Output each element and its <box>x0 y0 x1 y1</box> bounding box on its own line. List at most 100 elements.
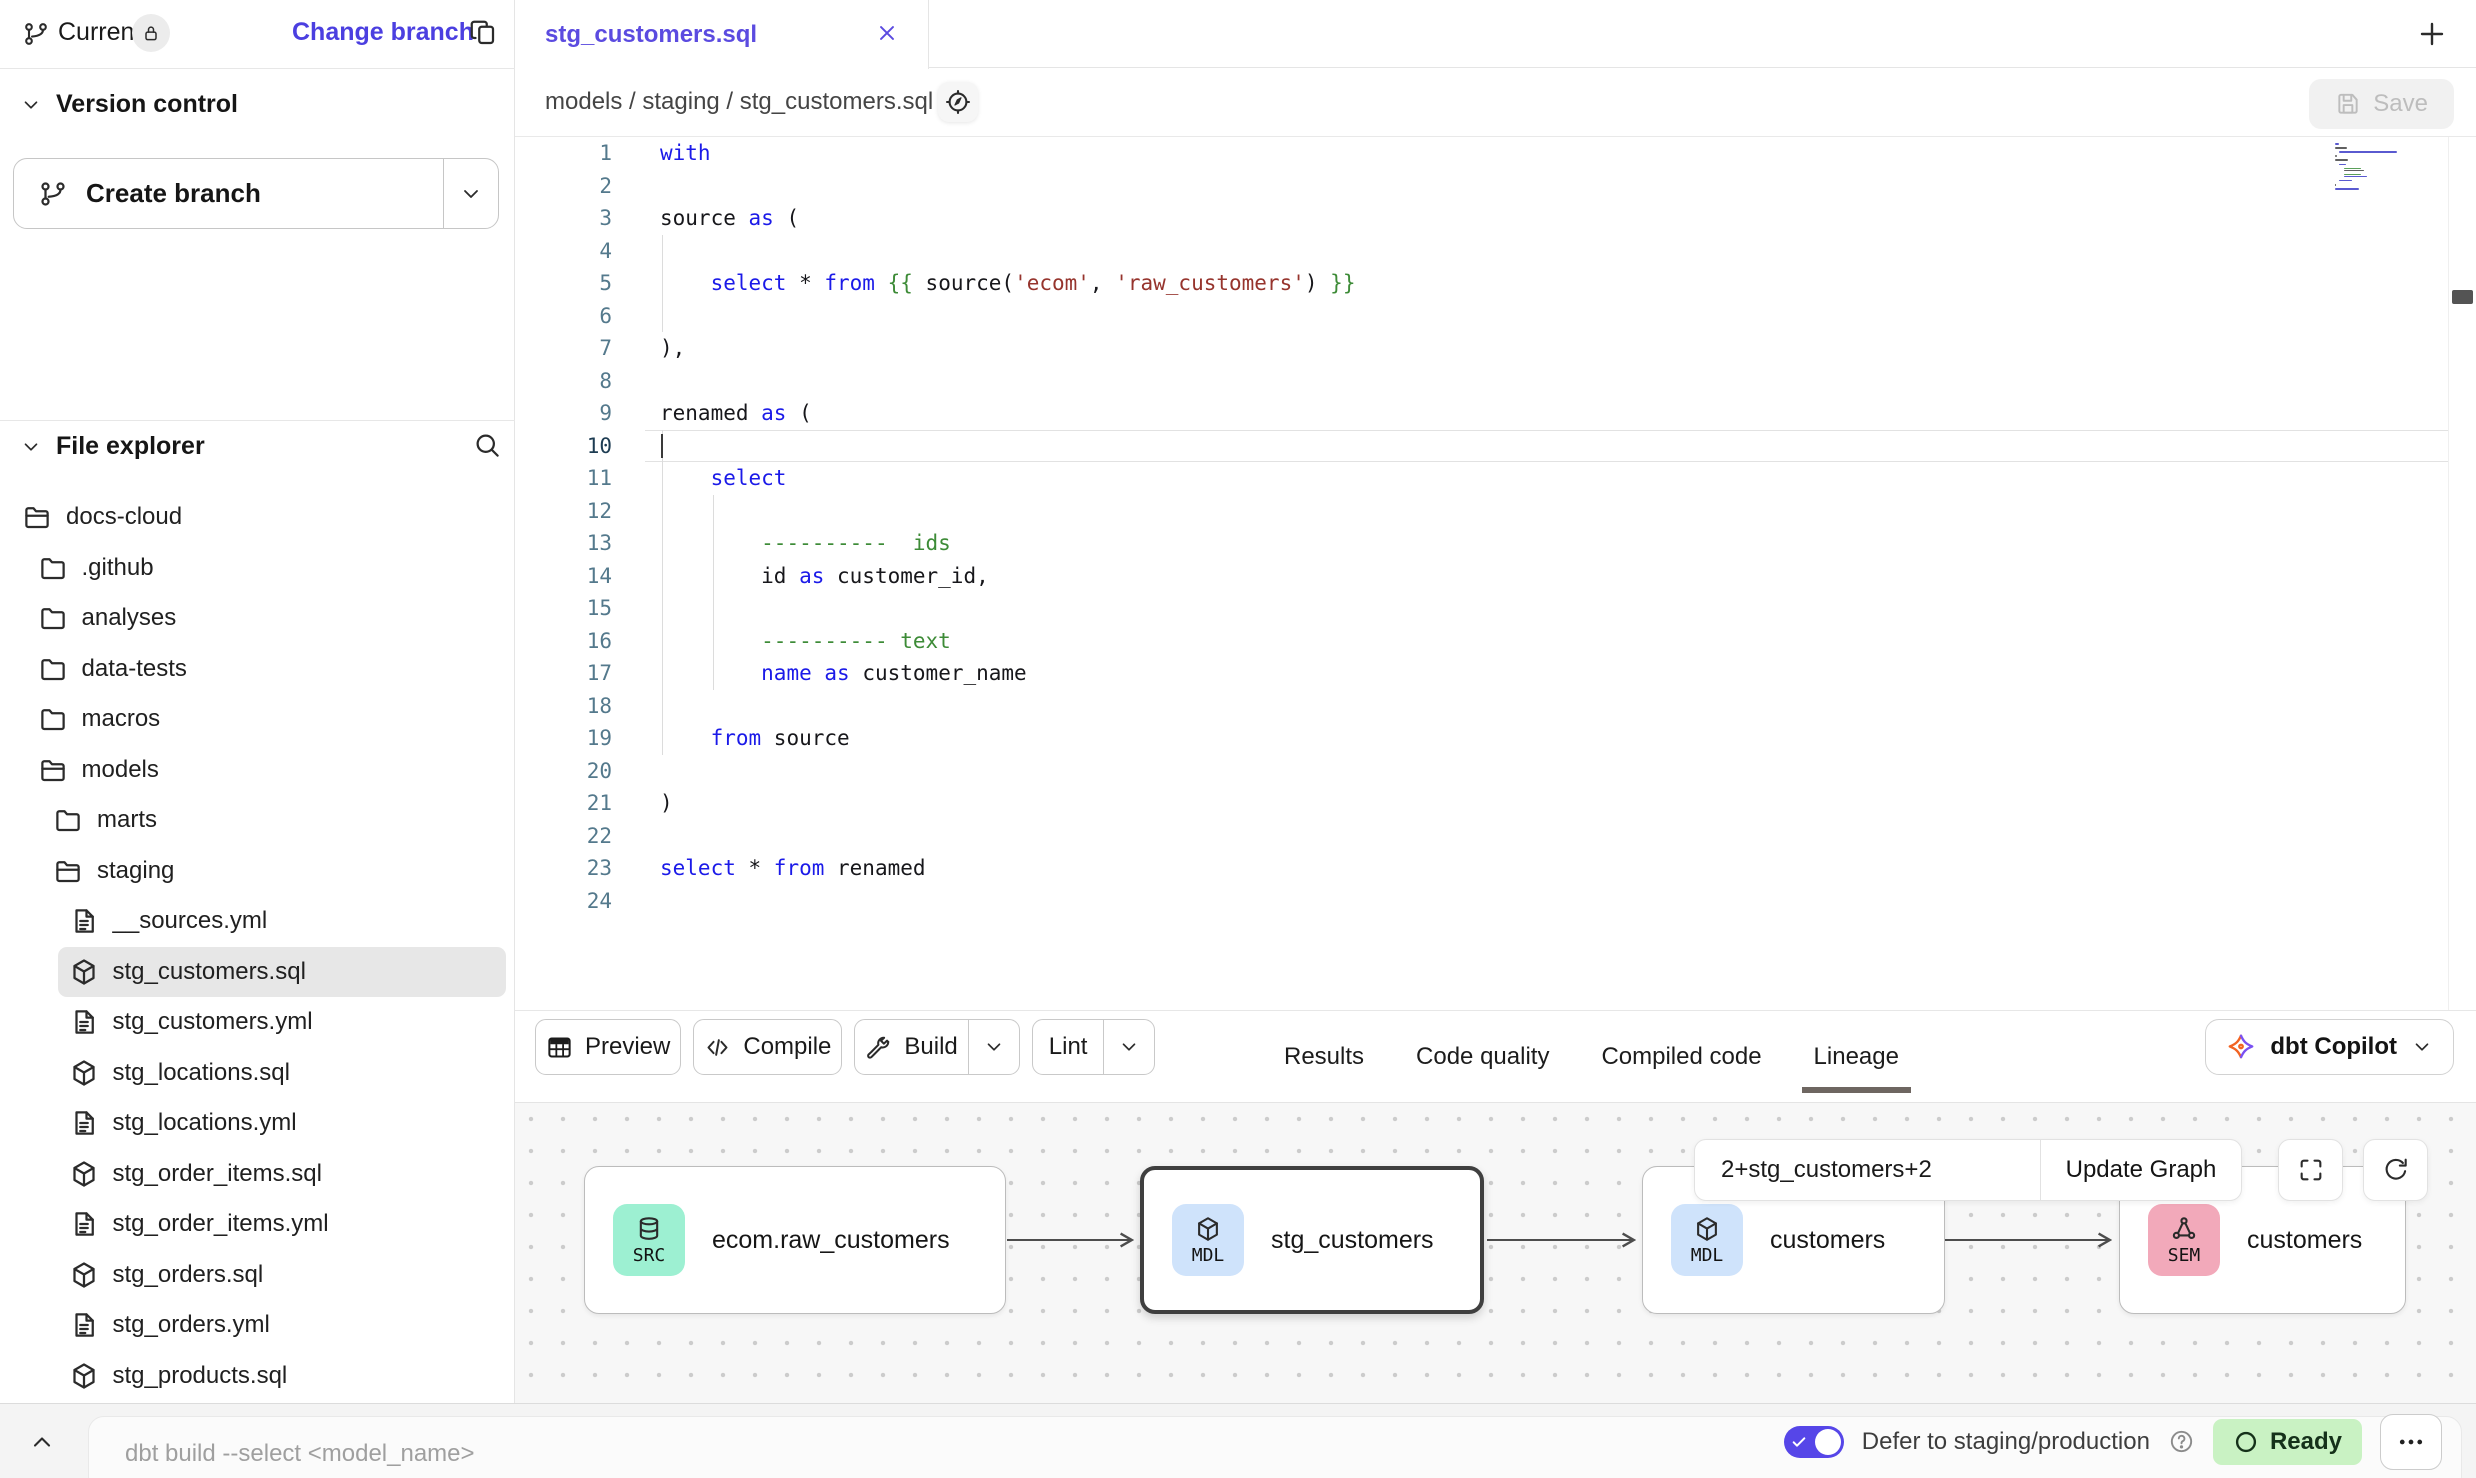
code-line-16[interactable]: ---------- text <box>660 625 2446 658</box>
code-line-15[interactable] <box>660 592 2446 625</box>
chevron-up-icon[interactable] <box>28 1428 56 1456</box>
build-button[interactable]: Build <box>854 1019 1019 1075</box>
model-badge: MDL <box>1671 1204 1743 1276</box>
tree-item-__sources.yml[interactable]: __sources.yml <box>58 896 507 947</box>
tree-item-macros[interactable]: macros <box>27 694 507 745</box>
line-number: 8 <box>515 365 645 398</box>
tree-item-label: stg_customers.sql <box>113 958 306 986</box>
code-lines[interactable]: with source as ( select * from {{ source(… <box>660 137 2446 917</box>
node-label: ecom.raw_customers <box>712 1226 976 1255</box>
ready-label: Ready <box>2270 1428 2342 1456</box>
node-label: stg_customers <box>1271 1226 1460 1255</box>
code-line-10[interactable] <box>660 430 2446 463</box>
lineage-selector-input[interactable]: 2+stg_customers+2 <box>1695 1140 2040 1200</box>
dbt-copilot-button[interactable]: dbt Copilot <box>2205 1019 2454 1075</box>
update-graph-button[interactable]: Update Graph <box>2040 1140 2241 1200</box>
database-icon <box>635 1215 663 1243</box>
tree-item-label: data-tests <box>82 655 187 683</box>
code-line-13[interactable]: ---------- ids <box>660 527 2446 560</box>
tab-code-quality[interactable]: Code quality <box>1416 1011 1549 1103</box>
badge-label: MDL <box>1691 1245 1724 1266</box>
editor-scrollbar[interactable] <box>2448 137 2476 1010</box>
tab-results[interactable]: Results <box>1284 1011 1364 1103</box>
chevron-down-icon <box>459 182 483 206</box>
code-line-20[interactable] <box>660 755 2446 788</box>
new-tab-plus-icon[interactable] <box>2416 18 2448 50</box>
code-line-7[interactable]: ), <box>660 332 2446 365</box>
code-line-19[interactable]: from source <box>660 722 2446 755</box>
code-line-21[interactable]: ) <box>660 787 2446 820</box>
tree-item-stg_customers.yml[interactable]: stg_customers.yml <box>58 997 507 1048</box>
lint-button[interactable]: Lint <box>1032 1019 1156 1075</box>
tree-item-stg_products.sql[interactable]: stg_products.sql <box>58 1351 507 1402</box>
lineage-node-source[interactable]: SRC ecom.raw_customers <box>584 1166 1006 1314</box>
code-line-8[interactable] <box>660 365 2446 398</box>
text-caret <box>661 434 663 458</box>
tree-item-data-tests[interactable]: data-tests <box>27 644 507 695</box>
code-line-18[interactable] <box>660 690 2446 723</box>
code-line-11[interactable]: select <box>660 462 2446 495</box>
file-model-icon <box>69 1159 99 1189</box>
code-line-12[interactable] <box>660 495 2446 528</box>
tree-item-.github[interactable]: .github <box>27 543 507 594</box>
save-button[interactable]: Save <box>2309 79 2454 129</box>
tab-lineage[interactable]: Lineage <box>1814 1011 1899 1103</box>
tree-item-stg_orders.yml[interactable]: stg_orders.yml <box>58 1300 507 1351</box>
create-branch-main[interactable]: Create branch <box>14 159 443 228</box>
build-dropdown[interactable] <box>968 1020 1019 1074</box>
code-line-22[interactable] <box>660 820 2446 853</box>
code-line-6[interactable] <box>660 300 2446 333</box>
tree-item-models[interactable]: models <box>27 745 507 796</box>
action-buttons: Preview Compile Build Lint <box>535 1019 1155 1075</box>
search-icon[interactable] <box>472 430 502 460</box>
defer-toggle[interactable] <box>1784 1426 1844 1458</box>
preview-button[interactable]: Preview <box>535 1019 681 1075</box>
code-line-23[interactable]: select * from renamed <box>660 852 2446 885</box>
file-explorer-header[interactable]: File explorer <box>20 432 205 461</box>
copilot-compass-icon[interactable] <box>938 82 978 122</box>
code-editor[interactable]: 123456789101112131415161718192021222324 … <box>515 137 2476 1010</box>
tab-stg-customers-sql[interactable]: stg_customers.sql <box>515 0 929 69</box>
code-line-17[interactable]: name as customer_name <box>660 657 2446 690</box>
tab-compiled-code[interactable]: Compiled code <box>1601 1011 1761 1103</box>
more-options-button[interactable] <box>2380 1414 2442 1470</box>
tree-item-stg_order_items.yml[interactable]: stg_order_items.yml <box>58 1199 507 1250</box>
code-line-4[interactable] <box>660 235 2446 268</box>
lint-dropdown[interactable] <box>1103 1020 1154 1074</box>
change-branch-link[interactable]: Change branch <box>292 18 474 47</box>
tree-item-stg_order_items.sql[interactable]: stg_order_items.sql <box>58 1149 507 1200</box>
code-line-5[interactable]: select * from {{ source('ecom', 'raw_cus… <box>660 267 2446 300</box>
tree-item-staging[interactable]: staging <box>42 846 506 897</box>
version-control-header[interactable]: Version control <box>20 90 238 119</box>
tree-item-stg_locations.yml[interactable]: stg_locations.yml <box>58 1098 507 1149</box>
code-line-24[interactable] <box>660 885 2446 918</box>
refresh-button[interactable] <box>2363 1139 2428 1201</box>
scrollbar-thumb[interactable] <box>2452 290 2473 304</box>
help-icon[interactable] <box>2168 1428 2195 1455</box>
copy-icon[interactable] <box>468 18 498 48</box>
fullscreen-button[interactable] <box>2278 1139 2343 1201</box>
folder-open-icon <box>22 502 52 532</box>
tree-item-label: stg_locations.yml <box>113 1109 297 1137</box>
code-line-14[interactable]: id as customer_id, <box>660 560 2446 593</box>
code-line-9[interactable]: renamed as ( <box>660 397 2446 430</box>
table-icon <box>546 1034 573 1061</box>
code-line-2[interactable] <box>660 170 2446 203</box>
lineage-node-stg-customers[interactable]: MDL stg_customers <box>1140 1166 1484 1314</box>
tree-item-marts[interactable]: marts <box>42 795 506 846</box>
lineage-panel[interactable]: SRC ecom.raw_customers MDL stg_customers… <box>515 1103 2476 1403</box>
check-icon <box>1791 1434 1807 1450</box>
tree-item-stg_customers.sql[interactable]: stg_customers.sql <box>58 947 507 998</box>
create-branch-dropdown[interactable] <box>443 159 498 228</box>
tree-item-analyses[interactable]: analyses <box>27 593 507 644</box>
status-badge-ready[interactable]: Ready <box>2213 1419 2362 1465</box>
code-line-3[interactable]: source as ( <box>660 202 2446 235</box>
code-line-1[interactable]: with <box>660 137 2446 170</box>
close-icon[interactable] <box>874 20 900 46</box>
tree-item-docs-cloud[interactable]: docs-cloud <box>11 492 506 543</box>
tree-item-label: stg_customers.yml <box>113 1008 313 1036</box>
tree-item-stg_orders.sql[interactable]: stg_orders.sql <box>58 1250 507 1301</box>
create-branch-button[interactable]: Create branch <box>13 158 499 229</box>
compile-button[interactable]: Compile <box>693 1019 842 1075</box>
tree-item-stg_locations.sql[interactable]: stg_locations.sql <box>58 1048 507 1099</box>
